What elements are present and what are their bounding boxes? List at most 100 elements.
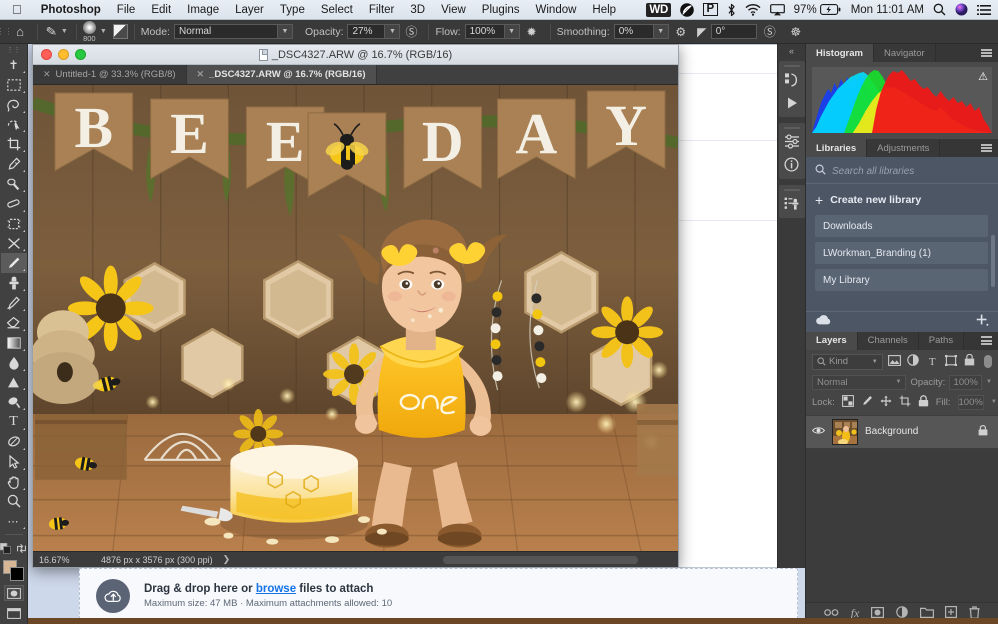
panel-menu-icon[interactable] bbox=[975, 332, 998, 350]
blend-mode-select[interactable]: Normal bbox=[173, 24, 278, 39]
close-icon[interactable]: ✕ bbox=[197, 69, 205, 80]
list-item[interactable]: LWorkman_Branding (1) bbox=[815, 242, 988, 264]
lock-position-icon[interactable] bbox=[880, 395, 892, 410]
path-selection-tool[interactable] bbox=[1, 432, 27, 452]
tab-navigator[interactable]: Navigator bbox=[873, 44, 936, 62]
angle-input[interactable]: 0° bbox=[710, 24, 757, 39]
wd-drive-icon[interactable]: WD bbox=[646, 2, 671, 17]
gear-icon[interactable]: ⚙ bbox=[669, 25, 693, 39]
list-item[interactable]: Downloads bbox=[815, 215, 988, 237]
screen-mode-icon[interactable] bbox=[1, 604, 27, 624]
chevron-down-icon[interactable]: ▼ bbox=[653, 24, 669, 39]
apple-icon[interactable]:  bbox=[0, 2, 33, 17]
filter-type-icon[interactable]: T bbox=[925, 356, 939, 368]
libraries-search-bar[interactable]: Search all libraries bbox=[806, 157, 998, 184]
properties-sliders-icon[interactable] bbox=[780, 130, 804, 153]
eye-icon[interactable] bbox=[811, 426, 826, 438]
brush-tool[interactable] bbox=[0, 253, 27, 274]
patch-tool[interactable] bbox=[1, 194, 27, 214]
brush-settings-toggle-icon[interactable] bbox=[112, 24, 128, 39]
options-bar-grip[interactable]: ⋮⋮ bbox=[0, 20, 13, 44]
airplay-icon[interactable] bbox=[769, 3, 785, 16]
eyedropper-tool[interactable] bbox=[1, 154, 27, 174]
layer-opacity-input[interactable]: 100% bbox=[949, 374, 983, 390]
menu-item-select[interactable]: Select bbox=[313, 4, 361, 16]
menu-item-type[interactable]: Type bbox=[272, 4, 313, 16]
create-new-library-button[interactable]: + Create new library bbox=[806, 184, 998, 215]
layer-kind-filter[interactable]: Kind ▼ bbox=[812, 353, 883, 370]
chevron-down-icon[interactable]: ▼ bbox=[100, 28, 107, 35]
document-canvas[interactable]: B E E D A Y bbox=[33, 85, 678, 551]
blur-tool[interactable] bbox=[1, 353, 27, 373]
filter-enable-toggle[interactable] bbox=[983, 355, 992, 368]
collapse-panels-icon[interactable]: « bbox=[778, 44, 806, 58]
lock-all-icon[interactable] bbox=[918, 394, 929, 410]
layer-thumbnail[interactable] bbox=[832, 418, 858, 445]
uncached-data-warning-icon[interactable]: ⚠ bbox=[978, 70, 988, 83]
tab-histogram[interactable]: Histogram bbox=[806, 44, 874, 62]
menu-bar-clock[interactable]: Mon 11:01 AM bbox=[851, 4, 924, 16]
edit-toolbar-button[interactable]: ⋯ bbox=[1, 511, 27, 531]
bluetooth-icon[interactable] bbox=[727, 3, 736, 17]
tab-channels[interactable]: Channels bbox=[857, 331, 919, 350]
grip[interactable] bbox=[783, 189, 800, 191]
tab-paths[interactable]: Paths bbox=[918, 331, 965, 350]
cloud-icon[interactable] bbox=[815, 314, 832, 329]
clone-source-icon[interactable] bbox=[780, 192, 804, 215]
menu-item-edit[interactable]: Edit bbox=[143, 4, 179, 16]
crop-tool[interactable] bbox=[1, 134, 27, 154]
add-content-icon[interactable] bbox=[975, 313, 989, 330]
panel-menu-icon[interactable] bbox=[975, 139, 998, 157]
spot-healing-brush-tool[interactable] bbox=[1, 174, 27, 194]
control-center-icon[interactable] bbox=[977, 4, 991, 16]
document-title-bar[interactable]: _DSC4327.ARW @ 16.7% (RGB/16) bbox=[33, 45, 678, 65]
move-tool[interactable]: ✝ bbox=[1, 55, 27, 75]
menu-item-window[interactable]: Window bbox=[528, 4, 585, 16]
toolbar-grip[interactable]: ⋮⋮ bbox=[7, 46, 21, 55]
zoom-level[interactable]: 16.67% bbox=[39, 555, 101, 565]
content-aware-move-tool[interactable] bbox=[1, 214, 27, 234]
horizontal-scrollbar[interactable] bbox=[443, 555, 638, 564]
direct-selection-tool[interactable] bbox=[1, 452, 27, 472]
symmetry-butterfly-icon[interactable]: ☸ bbox=[783, 25, 809, 39]
hand-tool[interactable] bbox=[1, 472, 27, 492]
rectangular-marquee-tool[interactable] bbox=[1, 75, 27, 95]
gradient-tool[interactable] bbox=[1, 333, 27, 353]
clone-stamp-tool[interactable] bbox=[1, 273, 27, 293]
close-icon[interactable]: ✕ bbox=[43, 69, 51, 80]
type-tool[interactable]: T bbox=[1, 412, 27, 432]
pressure-size-icon[interactable]: Ⓢ bbox=[757, 23, 783, 40]
menu-item-file[interactable]: File bbox=[109, 4, 144, 16]
info-panel-icon[interactable] bbox=[780, 153, 804, 176]
search-icon[interactable] bbox=[933, 3, 946, 16]
list-item[interactable]: My Library bbox=[815, 269, 988, 291]
history-brush-tool[interactable] bbox=[1, 293, 27, 313]
chevron-down-icon[interactable]: ▼ bbox=[986, 379, 992, 385]
battery-status[interactable]: 97% bbox=[794, 4, 842, 16]
filter-pixel-icon[interactable] bbox=[888, 354, 902, 369]
siri-icon[interactable] bbox=[955, 3, 968, 16]
creative-cloud-icon[interactable] bbox=[680, 2, 694, 17]
filter-adjustment-icon[interactable] bbox=[907, 354, 921, 369]
lock-icon[interactable] bbox=[978, 424, 988, 439]
tab-libraries[interactable]: Libraries bbox=[806, 139, 868, 157]
wifi-icon[interactable] bbox=[745, 3, 761, 16]
red-eye-tool[interactable] bbox=[1, 234, 27, 254]
smoothing-input[interactable]: 0% bbox=[613, 24, 654, 39]
pen-tool[interactable] bbox=[1, 392, 27, 412]
lock-image-pixels-icon[interactable] bbox=[861, 395, 873, 410]
history-panel-icon[interactable] bbox=[780, 68, 804, 91]
menu-item-3d[interactable]: 3D bbox=[402, 4, 433, 16]
brush-preset-picker[interactable]: ✎ ▼ bbox=[44, 23, 70, 40]
menu-item-layer[interactable]: Layer bbox=[227, 4, 272, 16]
menu-item-image[interactable]: Image bbox=[179, 4, 227, 16]
tab-layers[interactable]: Layers bbox=[806, 331, 858, 350]
opacity-input[interactable]: 27% bbox=[347, 24, 386, 39]
menu-item-view[interactable]: View bbox=[433, 4, 474, 16]
lock-artboard-nesting-icon[interactable] bbox=[899, 395, 911, 410]
zoom-tool[interactable] bbox=[1, 492, 27, 512]
menu-item-photoshop[interactable]: Photoshop bbox=[33, 4, 109, 16]
attachment-dropzone[interactable]: Drag & drop here or browse files to atta… bbox=[79, 568, 798, 624]
libraries-scrollbar[interactable] bbox=[991, 235, 995, 287]
layer-blend-mode-select[interactable]: Normal ▼ bbox=[812, 374, 907, 390]
